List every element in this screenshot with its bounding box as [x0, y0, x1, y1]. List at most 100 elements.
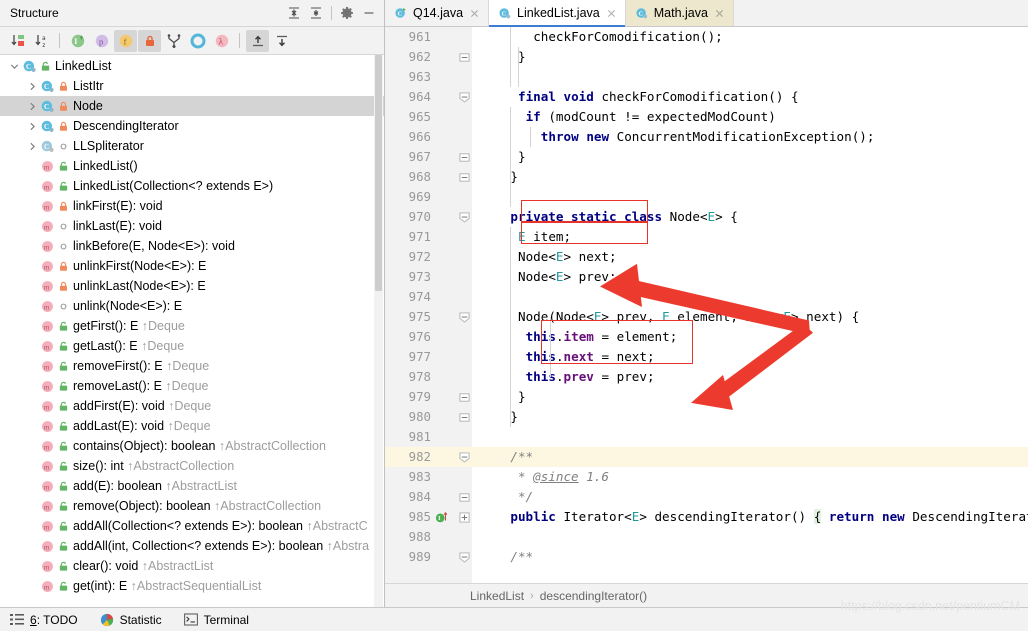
editor-tab-linkedlist-java[interactable]: C LinkedList.java [489, 0, 626, 27]
tree-item-linkfirst-e-void[interactable]: m linkFirst(E): void [0, 196, 384, 216]
fold-start-icon[interactable] [459, 211, 471, 223]
editor-tab-math-java[interactable]: C Math.java [625, 0, 734, 26]
close-icon[interactable] [713, 7, 726, 20]
tree-item-addall-int-collection-extends-e-boolean[interactable]: m addAll(int, Collection<? extends E>): b… [0, 536, 384, 556]
tree-item-removelast-e[interactable]: m removeLast(): E ↑Deque [0, 376, 384, 396]
group-by-interface-icon[interactable] [162, 30, 185, 52]
tree-item-linkedlist[interactable]: C LinkedList [0, 56, 384, 76]
structure-tree-scroll[interactable]: C LinkedList C ListItr C Node C DescendingItera… [0, 55, 384, 607]
terminal-button[interactable]: Terminal [183, 613, 249, 627]
chevron-down-icon[interactable] [8, 56, 21, 76]
code-text: Node<E> next; [518, 247, 617, 267]
expand-all-icon[interactable] [283, 3, 305, 23]
tree-item-addfirst-e-void[interactable]: m addFirst(E): void ↑Deque [0, 396, 384, 416]
autoscroll-to-source-icon[interactable] [246, 29, 269, 52]
tree-item-label: LLSpliterator [73, 139, 144, 153]
chevron-right-icon[interactable] [26, 116, 39, 136]
scrollbar-thumb[interactable] [375, 55, 382, 291]
tree-item-inherited-from: ↑AbstractCollection [215, 439, 326, 453]
fold-end-icon[interactable] [459, 491, 471, 503]
tree-item-descendingiterator[interactable]: C DescendingIterator [0, 116, 384, 136]
implementing-method-icon[interactable]: I [435, 510, 449, 524]
tree-item-addlast-e-void[interactable]: m addLast(E): void ↑Deque [0, 416, 384, 436]
structure-tree-vertical-scrollbar[interactable] [374, 55, 383, 607]
tree-item-listitr[interactable]: C ListItr [0, 76, 384, 96]
tree-item-linkedlist[interactable]: m LinkedList() [0, 156, 384, 176]
breadcrumb-item-method[interactable]: descendingIterator() [540, 589, 647, 603]
lock-green-icon [56, 481, 70, 492]
tree-item-label: size(): int ↑AbstractCollection [73, 459, 235, 473]
tree-item-unlinklast-node-e-e[interactable]: m unlinkLast(Node<E>): E [0, 276, 384, 296]
line-number: 963 [408, 69, 431, 84]
sort-alphabetically-icon[interactable]: a z [30, 30, 53, 52]
tree-item-linklast-e-void[interactable]: m linkLast(E): void [0, 216, 384, 236]
line-number: 975 [408, 309, 431, 324]
sort-by-visibility-icon[interactable] [6, 30, 29, 52]
editor-tab-q14-java[interactable]: C Q14.java [385, 0, 490, 26]
show-lambdas-icon[interactable]: λ [210, 30, 233, 52]
tree-item-addall-collection-extends-e-boolean[interactable]: m addAll(Collection<? extends E>): boolea… [0, 516, 384, 536]
tree-item-getfirst-e[interactable]: m getFirst(): E ↑Deque [0, 316, 384, 336]
collapse-all-icon[interactable] [305, 3, 327, 23]
tree-item-unlinkfirst-node-e-e[interactable]: m unlinkFirst(Node<E>): E [0, 256, 384, 276]
fold-end-icon[interactable] [459, 171, 471, 183]
close-icon[interactable] [605, 7, 618, 20]
tree-item-removefirst-e[interactable]: m removeFirst(): E ↑Deque [0, 356, 384, 376]
fold-start-icon[interactable] [459, 91, 471, 103]
tree-item-contains-object-boolean[interactable]: m contains(Object): boolean ↑AbstractColl… [0, 436, 384, 456]
show-anonymous-classes-icon[interactable] [186, 30, 209, 52]
line-number: 967 [408, 149, 431, 164]
tree-item-llspliterator[interactable]: C LLSpliterator [0, 136, 384, 156]
tree-twisty-empty [26, 176, 39, 196]
fold-end-icon[interactable] [459, 391, 471, 403]
hide-icon[interactable] [358, 3, 380, 23]
code-token: @since [533, 469, 579, 484]
tree-item-get-int-e[interactable]: m get(int): E ↑AbstractSequentialList [0, 576, 384, 596]
tree-item-unlink-node-e-e[interactable]: m unlink(Node<E>): E [0, 296, 384, 316]
chevron-right-icon[interactable] [26, 136, 39, 156]
gear-icon[interactable] [336, 3, 358, 23]
fold-start-icon[interactable] [459, 311, 471, 323]
fold-start-icon[interactable] [459, 551, 471, 563]
tree-twisty-empty [26, 216, 39, 236]
tree-item-linkedlist-collection-extends-e[interactable]: m LinkedList(Collection<? extends E>) [0, 176, 384, 196]
line-number: 976 [408, 329, 431, 344]
code-line: 961 checkForComodification(); [385, 27, 1028, 47]
show-inherited-icon[interactable]: I [66, 30, 89, 52]
tree-item-clear-void[interactable]: m clear(): void ↑AbstractList [0, 556, 384, 576]
show-fields-icon[interactable]: f [114, 29, 137, 52]
fold-expand-icon[interactable] [459, 511, 471, 523]
tree-item-inherited-from: ↑Deque [137, 339, 185, 353]
show-properties-icon[interactable]: p [90, 30, 113, 52]
tree-item-linkbefore-e-node-e-void[interactable]: m linkBefore(E, Node<E>): void [0, 236, 384, 256]
tree-item-size-int[interactable]: m size(): int ↑AbstractCollection [0, 456, 384, 476]
lock-green-icon [56, 361, 70, 372]
fold-end-icon[interactable] [459, 151, 471, 163]
fold-end-icon[interactable] [459, 411, 471, 423]
code-line: 971 E item; [385, 227, 1028, 247]
chevron-right-icon[interactable] [26, 76, 39, 96]
method-icon: m [39, 239, 56, 254]
tree-item-label: unlinkFirst(Node<E>): E [73, 259, 207, 273]
tree-item-remove-object-boolean[interactable]: m remove(Object): boolean ↑AbstractCollec… [0, 496, 384, 516]
line-number: 969 [408, 189, 431, 204]
lock-green-icon [56, 541, 70, 552]
tree-item-add-e-boolean[interactable]: m add(E): boolean ↑AbstractList [0, 476, 384, 496]
todo-button[interactable]: 6: TODO [10, 613, 78, 627]
autoscroll-from-source-icon[interactable] [270, 30, 293, 52]
chevron-right-icon[interactable] [26, 96, 39, 116]
close-icon[interactable] [468, 7, 481, 20]
tree-twisty-empty [26, 296, 39, 316]
fold-start-icon[interactable] [459, 451, 471, 463]
show-non-public-icon[interactable] [138, 29, 161, 52]
statistic-button[interactable]: Statistic [100, 613, 162, 627]
fold-end-icon[interactable] [459, 51, 471, 63]
tree-item-node[interactable]: C Node [0, 96, 384, 116]
breadcrumb-item-class[interactable]: LinkedList [470, 589, 524, 603]
code-editor[interactable]: 961 checkForComodification(); 962} 963 964 fi… [385, 27, 1028, 583]
class-icon: C [39, 99, 56, 114]
line-number: 965 [408, 109, 431, 124]
highlight-box-next-field [521, 200, 648, 222]
tree-item-getlast-e[interactable]: m getLast(): E ↑Deque [0, 336, 384, 356]
structure-title: Structure [10, 6, 59, 20]
